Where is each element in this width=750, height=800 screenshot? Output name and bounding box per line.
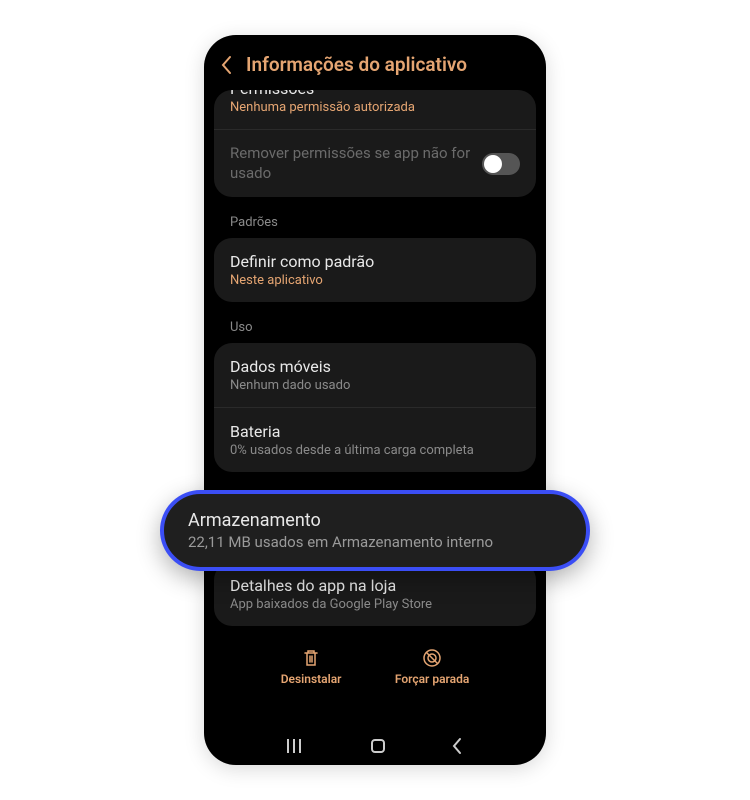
store-title: Detalhes do app na loja	[230, 576, 520, 595]
nav-recent-button[interactable]	[287, 739, 305, 753]
battery-title: Bateria	[230, 422, 520, 441]
system-nav-bar	[204, 723, 546, 765]
permissions-card: Permissões Nenhuma permissão autorizada …	[214, 90, 536, 197]
uninstall-button[interactable]: Desinstalar	[281, 648, 342, 686]
defaults-section-label: Padrões	[214, 207, 536, 238]
mobile-data-title: Dados móveis	[230, 357, 520, 376]
page-title: Informações do aplicativo	[246, 53, 467, 76]
toggle-thumb	[484, 155, 502, 173]
remove-permissions-label: Remover permissões se app não for usado	[230, 144, 472, 183]
remove-permissions-toggle[interactable]	[482, 153, 520, 175]
force-stop-button[interactable]: Forçar parada	[395, 648, 469, 686]
bottom-actions: Desinstalar Forçar parada	[214, 636, 536, 694]
usage-card: Dados móveis Nenhum dado usado Bateria 0…	[214, 343, 536, 472]
store-subtitle: App baixados da Google Play Store	[230, 597, 520, 612]
nav-home-button[interactable]	[371, 739, 385, 753]
usage-section-label: Uso	[214, 312, 536, 343]
permissions-title: Permissões	[230, 90, 314, 98]
permissions-subtitle: Nenhuma permissão autorizada	[230, 100, 520, 115]
permissions-row[interactable]: Permissões Nenhuma permissão autorizada	[214, 90, 536, 130]
set-default-row[interactable]: Definir como padrão Neste aplicativo	[214, 238, 536, 302]
mobile-data-subtitle: Nenhum dado usado	[230, 378, 520, 393]
remove-permissions-row[interactable]: Remover permissões se app não for usado	[214, 130, 536, 197]
force-stop-label: Forçar parada	[395, 672, 469, 686]
storage-subtitle: 22,11 MB usados em Armazenamento interno	[188, 533, 562, 551]
trash-icon	[302, 648, 320, 668]
stop-icon	[422, 648, 442, 668]
uninstall-label: Desinstalar	[281, 672, 342, 686]
battery-subtitle: 0% usados desde a última carga completa	[230, 443, 520, 458]
set-default-subtitle: Neste aplicativo	[230, 273, 520, 288]
phone-frame: Informações do aplicativo Permissões Nen…	[204, 35, 546, 765]
set-default-title: Definir como padrão	[230, 252, 520, 271]
storage-row-highlighted[interactable]: Armazenamento 22,11 MB usados em Armazen…	[160, 490, 590, 571]
back-icon[interactable]	[220, 55, 232, 75]
content-area: Permissões Nenhuma permissão autorizada …	[204, 90, 546, 694]
store-card: Detalhes do app na loja App baixados da …	[214, 562, 536, 626]
storage-title: Armazenamento	[188, 510, 562, 531]
nav-back-button[interactable]	[451, 737, 463, 755]
app-header: Informações do aplicativo	[204, 35, 546, 90]
defaults-card: Definir como padrão Neste aplicativo	[214, 238, 536, 302]
store-details-row[interactable]: Detalhes do app na loja App baixados da …	[214, 562, 536, 626]
battery-row[interactable]: Bateria 0% usados desde a última carga c…	[214, 408, 536, 472]
mobile-data-row[interactable]: Dados móveis Nenhum dado usado	[214, 343, 536, 408]
